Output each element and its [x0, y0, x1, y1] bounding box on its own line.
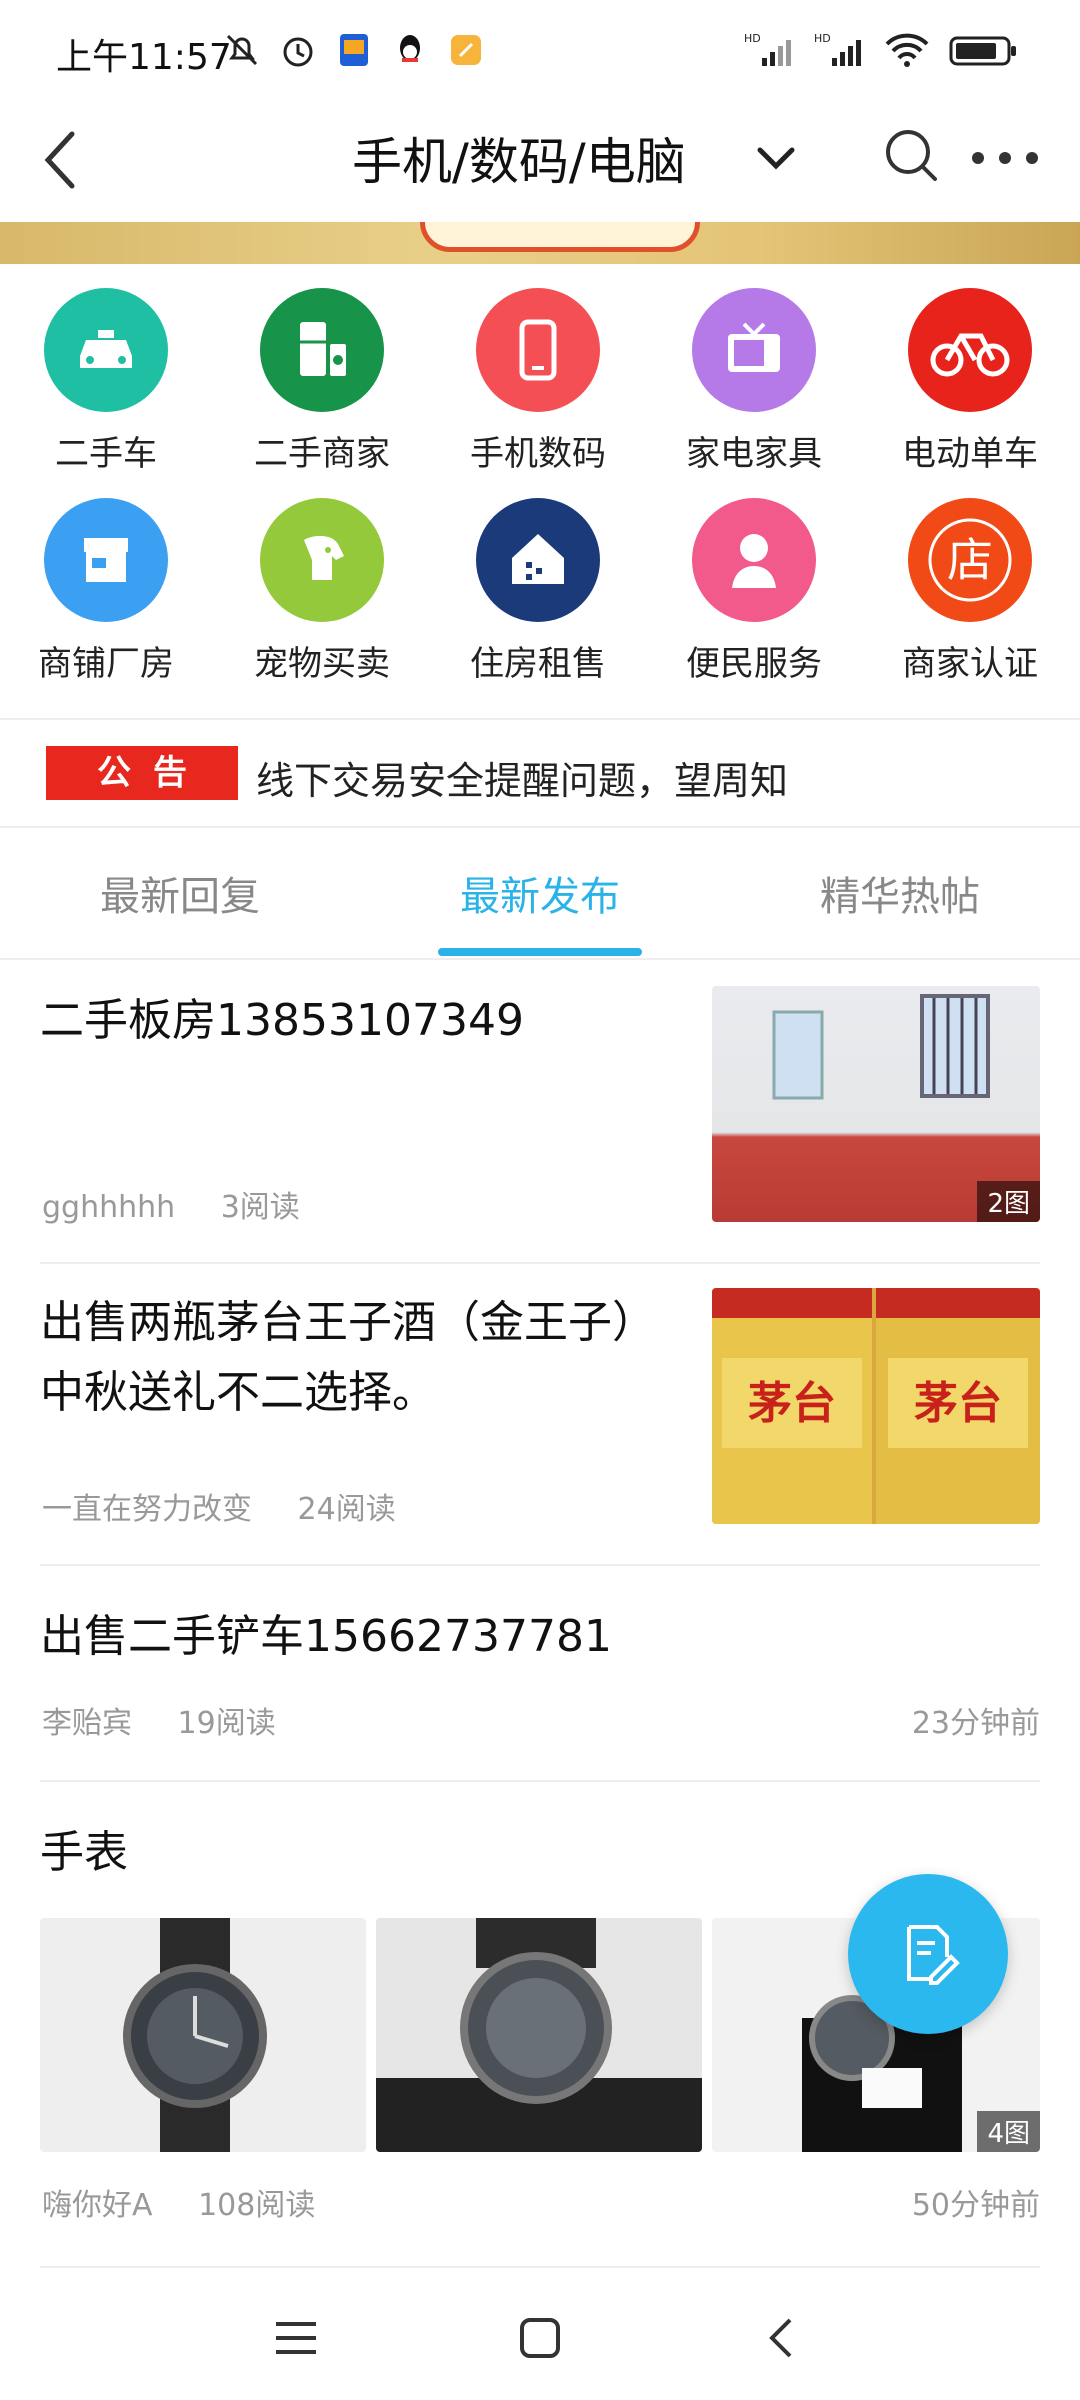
post-reads: 108阅读	[198, 2188, 316, 2223]
mute-icon	[226, 34, 258, 66]
person-icon	[692, 498, 816, 622]
post-title: 出售两瓶茅台王子酒（金王子）中秋送礼不二选择。	[40, 1297, 634, 1418]
feed-tabs: 最新回复 最新发布 精华热帖	[0, 828, 1080, 958]
category-housing[interactable]: 住房租售	[438, 480, 638, 684]
divider	[40, 1564, 1040, 1566]
post-author: gghhhhh	[42, 1190, 176, 1225]
dog-icon	[260, 498, 384, 622]
post-meta: 嗨你好A 108阅读	[42, 2180, 351, 2224]
back-icon[interactable]	[30, 120, 90, 200]
notes-icon	[451, 35, 481, 65]
new-post-button[interactable]	[848, 1874, 1008, 2034]
tab-indicator	[438, 948, 642, 956]
category-e-bike[interactable]: 电动单车	[870, 270, 1070, 474]
post-reads: 19阅读	[177, 1706, 276, 1741]
divider	[40, 1780, 1040, 1782]
svg-text:茅台: 茅台	[914, 1378, 1002, 1429]
search-icon[interactable]	[880, 124, 944, 188]
post-reads: 3阅读	[220, 1190, 300, 1225]
liquor-box-photo: 茅台 茅台	[712, 1288, 1040, 1524]
post-item[interactable]: 出售二手铲车15662737781 李贻宾 19阅读 23分钟前	[40, 1602, 1040, 1752]
tab-featured[interactable]: 精华热帖	[720, 864, 1080, 922]
post-meta: gghhhhh 3阅读	[42, 1182, 336, 1226]
qq-icon	[400, 35, 420, 62]
category-convenience[interactable]: 便民服务	[654, 480, 854, 684]
phone-icon	[476, 288, 600, 412]
status-right-icons: HD HD	[744, 30, 1020, 70]
more-icon[interactable]	[968, 130, 1042, 186]
watch-photo	[376, 1918, 702, 2152]
divider	[40, 2266, 1040, 2268]
system-nav-bar	[0, 2270, 1080, 2400]
home-icon[interactable]	[514, 2312, 566, 2364]
store-icon: 店	[908, 498, 1032, 622]
watch-photo	[123, 1918, 267, 2152]
post-thumbnail[interactable]: 2图	[712, 986, 1040, 1222]
status-time: 上午11:57	[56, 37, 232, 78]
status-notification-icons	[222, 30, 486, 70]
top-app-bar: 手机/数码/电脑	[0, 100, 1080, 222]
page-title[interactable]: 手机/数码/电脑	[352, 122, 686, 194]
promo-banner[interactable]	[0, 222, 1080, 264]
image-count-badge: 4图	[977, 2111, 1040, 2152]
image-count-badge: 2图	[977, 1181, 1040, 1222]
svg-text:HD: HD	[744, 32, 761, 45]
wifi-icon	[885, 33, 929, 67]
category-used-merchant[interactable]: 二手商家	[222, 270, 422, 474]
shop-icon	[44, 498, 168, 622]
banner-pill	[420, 222, 700, 252]
edit-icon	[907, 1925, 960, 1985]
post-title: 手表	[40, 1827, 128, 1878]
nav-back-icon[interactable]	[756, 2312, 808, 2364]
category-appliance-furniture[interactable]: 家电家具	[654, 270, 854, 474]
post-title: 二手板房13853107349	[40, 995, 524, 1046]
post-time: 23分钟前	[911, 1706, 1040, 1741]
category-grid: 二手车 二手商家 手机数码 家电家具 电动单车 商铺厂房 宠物买卖 住房租售 便…	[0, 270, 1080, 720]
divider	[0, 958, 1080, 960]
post-meta: 一直在努力改变 24阅读	[42, 1484, 432, 1528]
menu-icon[interactable]	[270, 2312, 322, 2364]
notice-tag: 公告	[46, 746, 238, 800]
signal-icon-2: HD	[814, 32, 861, 66]
tab-latest-post[interactable]: 最新发布	[360, 864, 720, 922]
signal-icon: HD	[744, 32, 791, 66]
house-icon	[476, 498, 600, 622]
app-notify-icon	[340, 34, 368, 66]
status-bar: 上午11:57 HD HD	[0, 0, 1080, 100]
post-thumbnail[interactable]: 茅台 茅台	[712, 1288, 1040, 1524]
post-meta: 李贻宾 19阅读	[42, 1698, 312, 1742]
notice-bar[interactable]: 公告 线下交易安全提醒问题，望周知	[0, 720, 1080, 826]
bike-icon	[908, 288, 1032, 412]
category-shop-factory[interactable]: 商铺厂房	[6, 480, 206, 684]
category-phone-digital[interactable]: 手机数码	[438, 270, 638, 474]
tv-icon	[692, 288, 816, 412]
post-thumbnail[interactable]	[376, 1918, 702, 2152]
category-pet-trade[interactable]: 宠物买卖	[222, 480, 422, 684]
post-title: 出售二手铲车15662737781	[40, 1611, 612, 1662]
post-reads: 24阅读	[297, 1492, 396, 1527]
category-merchant-verify[interactable]: 店 商家认证	[870, 480, 1070, 684]
post-author: 李贻宾	[42, 1706, 132, 1741]
post-thumbnail[interactable]	[40, 1918, 366, 2152]
svg-text:店: 店	[947, 533, 993, 587]
post-author: 嗨你好A	[42, 2188, 153, 2223]
alarm-icon	[283, 37, 313, 67]
battery-icon	[949, 36, 1016, 66]
tab-latest-reply[interactable]: 最新回复	[0, 864, 360, 922]
post-author: 一直在努力改变	[42, 1492, 252, 1527]
svg-text:茅台: 茅台	[748, 1378, 836, 1429]
chevron-down-icon[interactable]	[752, 134, 800, 182]
fridge-icon	[260, 288, 384, 412]
notice-text: 线下交易安全提醒问题，望周知	[256, 759, 789, 803]
car-icon	[44, 288, 168, 412]
divider	[40, 1262, 1040, 1264]
svg-text:HD: HD	[814, 32, 831, 45]
post-time: 50分钟前	[911, 2188, 1040, 2223]
category-used-car[interactable]: 二手车	[6, 270, 206, 474]
